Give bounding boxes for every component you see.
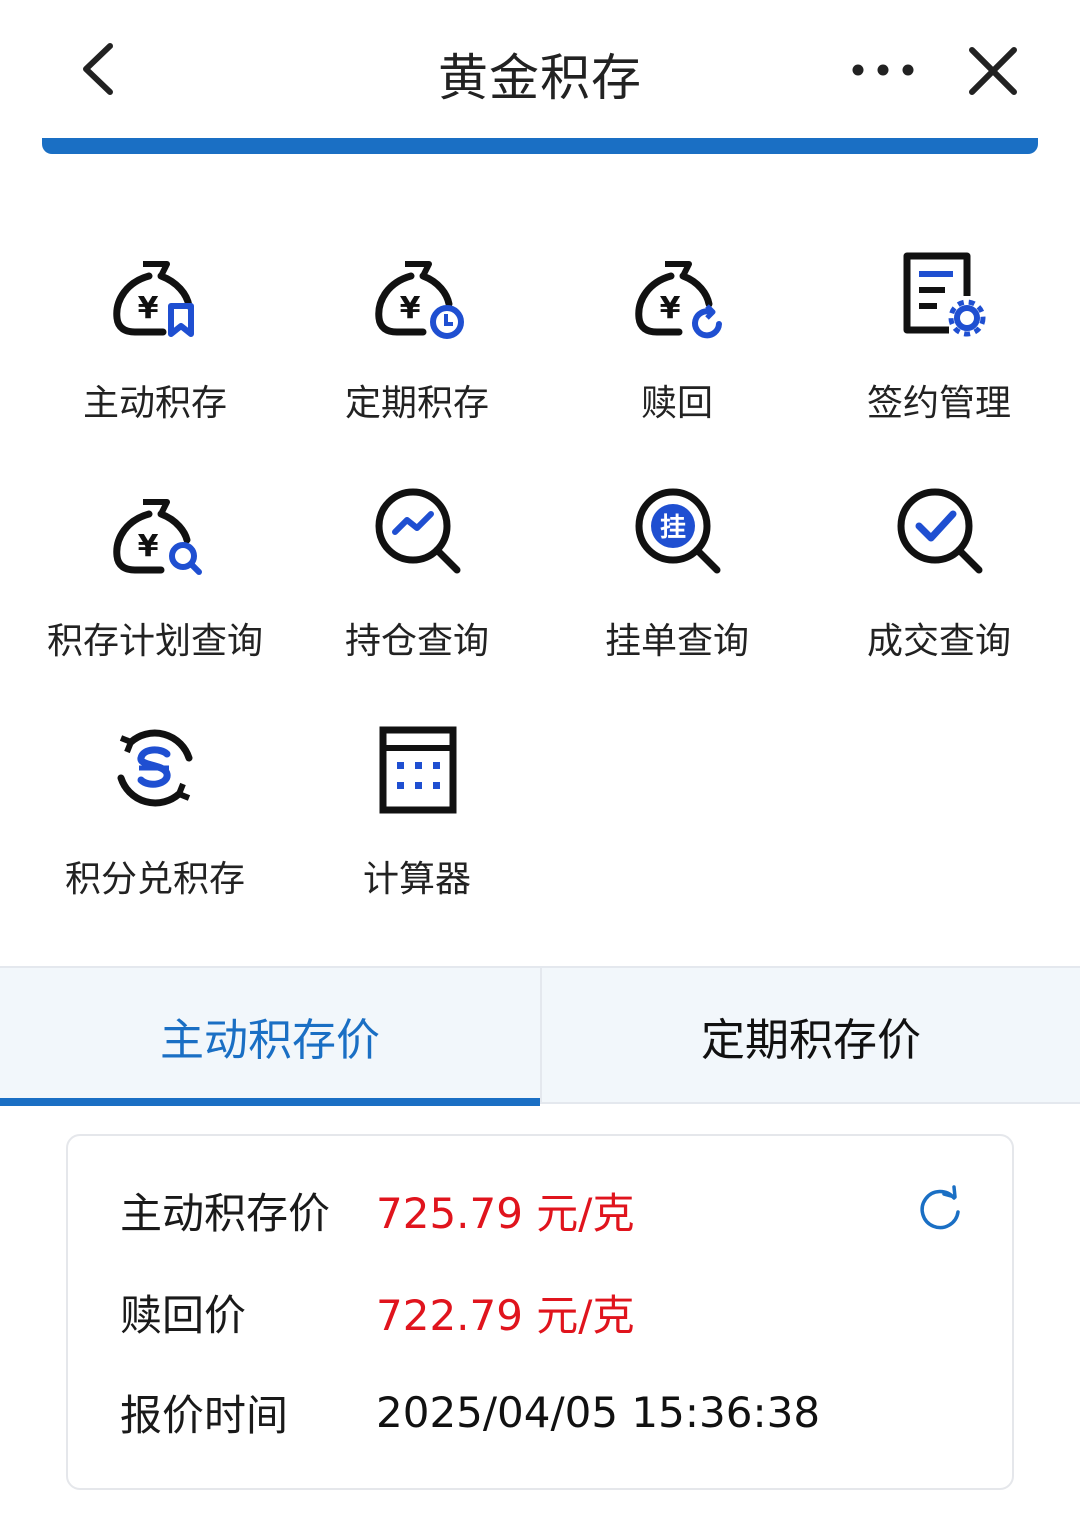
tab-active-saving-price[interactable]: 主动积存价 [0, 968, 540, 1106]
page: 黄金积存 ¥ 主动积存 ¥ 定期积存 ¥ 赎回 签约管理 ¥ 积存计划查询 持仓… [0, 0, 1080, 1532]
page-title: 黄金积存 [438, 49, 642, 107]
grid-item-label: 积分兑积存 [64, 859, 245, 900]
quote-time-value: 2025/04/05 15:36:38 [376, 1387, 821, 1437]
grid-item-label: 赎回 [640, 383, 713, 424]
tab-scheduled-saving-price[interactable]: 定期积存价 [540, 968, 1080, 1104]
grid-item-points-exchange[interactable]: 积分兑积存 [24, 696, 286, 916]
more-button[interactable] [848, 48, 918, 92]
grid-item-scheduled-saving[interactable]: ¥ 定期积存 [286, 220, 548, 440]
quote-time-label: 报价时间 [120, 1390, 289, 1440]
grid-item-label: 主动积存 [82, 383, 227, 424]
money-bag-clock-icon: ¥ [375, 261, 464, 339]
search-gua-icon: 挂 [635, 488, 721, 574]
grid-item-label: 计算器 [362, 859, 471, 900]
search-trend-icon [375, 488, 461, 574]
yen-glyph: ¥ [660, 291, 681, 326]
refresh-icon [920, 1185, 960, 1230]
active-price-row: 主动积存价 725.79 元/克 [120, 1180, 634, 1240]
close-icon [969, 47, 1017, 95]
yen-glyph: ¥ [138, 529, 159, 564]
grid-item-redeem[interactable]: ¥ 赎回 [546, 220, 808, 440]
grid-item-label: 持仓查询 [344, 621, 489, 662]
gua-glyph: 挂 [660, 513, 686, 543]
redeem-price-value: 722.79 元/克 [376, 1290, 635, 1340]
yen-glyph: ¥ [138, 291, 159, 326]
grid-item-plan-query[interactable]: ¥ 积存计划查询 [24, 458, 286, 678]
points-exchange-icon [117, 729, 193, 807]
document-gear-icon [903, 252, 986, 337]
grid-item-label: 签约管理 [866, 383, 1011, 424]
grid-item-position-query[interactable]: 持仓查询 [286, 458, 548, 678]
redeem-price-row: 赎回价 722.79 元/克 [120, 1282, 634, 1342]
price-tabs: 主动积存价 定期积存价 [0, 966, 1080, 1106]
quote-time-row: 报价时间 2025/04/05 15:36:38 [120, 1382, 820, 1442]
money-bag-search-icon: ¥ [113, 499, 202, 575]
close-button[interactable] [962, 40, 1024, 102]
grid-item-order-query[interactable]: 挂 挂单查询 [546, 458, 808, 678]
money-bag-bookmark-icon: ¥ [113, 261, 194, 337]
grid-item-label: 挂单查询 [604, 621, 749, 662]
price-card: 主动积存价 725.79 元/克 赎回价 722.79 元/克 报价时间 202… [66, 1134, 1014, 1490]
more-dots-icon [852, 64, 914, 76]
grid-item-label: 定期积存 [344, 383, 489, 424]
grid-item-label: 成交查询 [866, 621, 1011, 662]
search-check-icon [897, 488, 983, 574]
grid-item-active-saving[interactable]: ¥ 主动积存 [24, 220, 286, 440]
refresh-button[interactable] [914, 1184, 964, 1234]
active-price-label: 主动积存价 [120, 1188, 331, 1238]
grid-item-calculator[interactable]: 计算器 [286, 696, 548, 916]
redeem-price-label: 赎回价 [120, 1290, 247, 1340]
grid-item-contract-management[interactable]: 签约管理 [808, 220, 1070, 440]
yen-glyph: ¥ [400, 291, 421, 326]
active-price-value: 725.79 元/克 [376, 1188, 635, 1238]
top-nav-bar: 黄金积存 [0, 0, 1080, 154]
calculator-icon [379, 726, 457, 814]
header-accent-bar [42, 138, 1038, 154]
money-bag-refresh-icon: ¥ [635, 261, 722, 339]
grid-item-label: 积存计划查询 [46, 621, 263, 662]
grid-item-deal-query[interactable]: 成交查询 [808, 458, 1070, 678]
